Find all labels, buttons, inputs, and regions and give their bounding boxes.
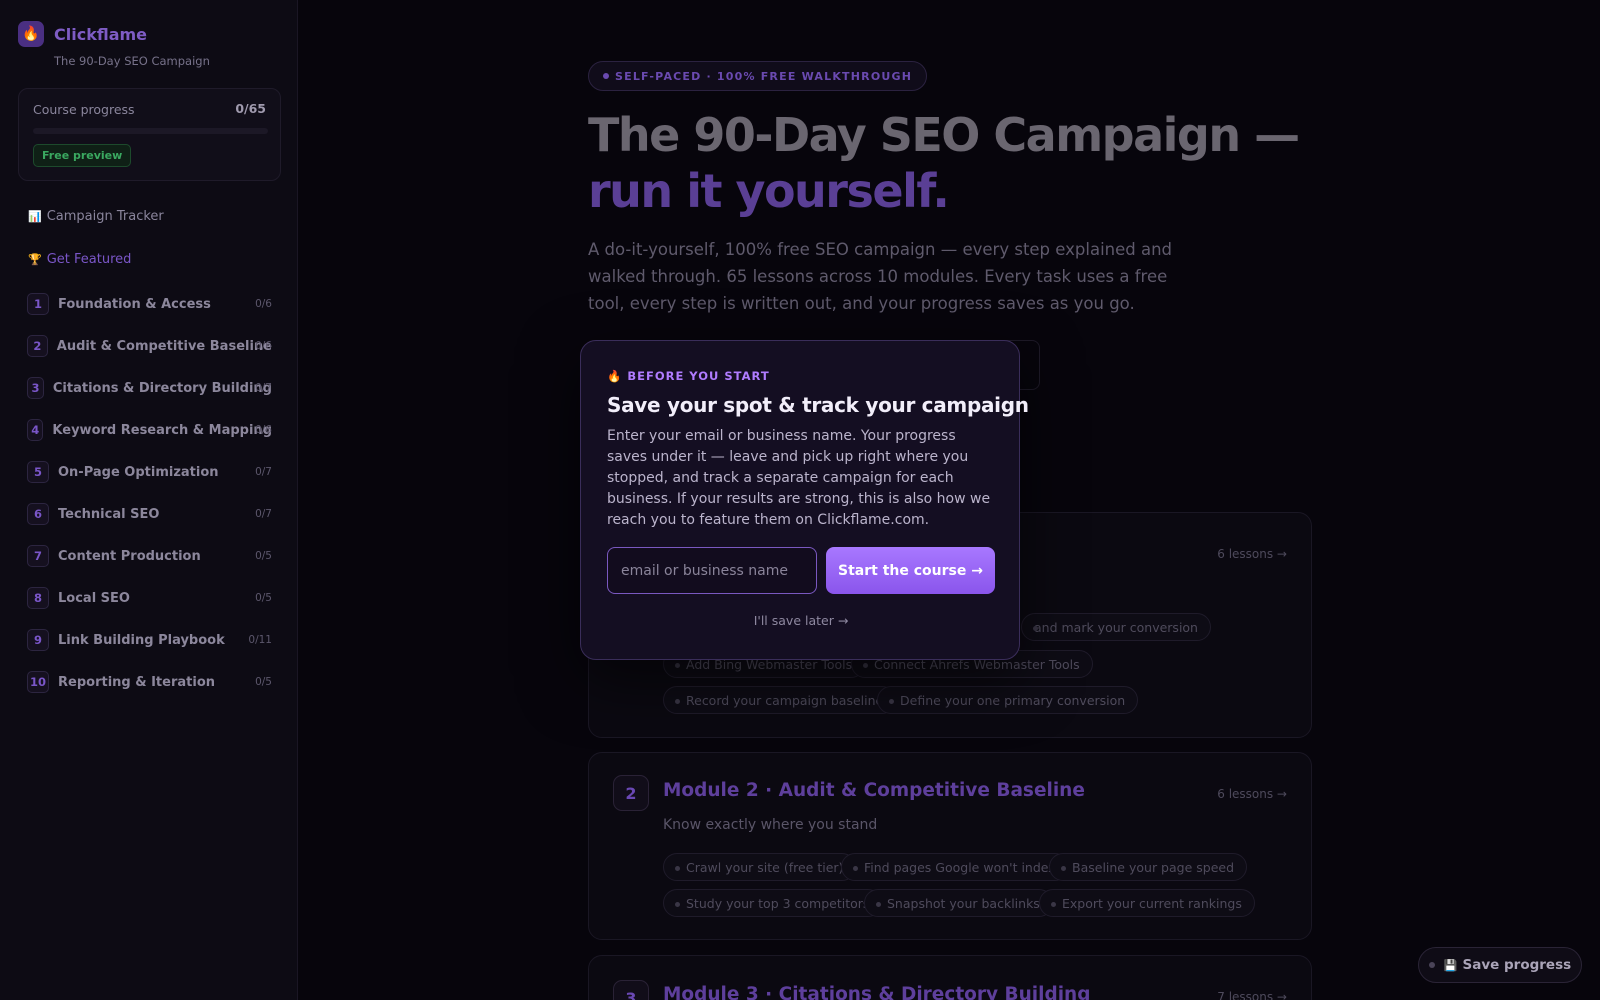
module-number: 2: [27, 335, 48, 357]
module-title: Keyword Research & Mapping: [52, 422, 272, 438]
module-number: 9: [27, 629, 49, 651]
card-lessons-link[interactable]: 7 lessons →: [1217, 990, 1287, 1000]
module-count: 0/5: [255, 550, 272, 562]
module-number: 5: [27, 461, 49, 483]
sidebar-module-9[interactable]: 9 Link Building Playbook 0/11: [27, 629, 272, 651]
module-title: Citations & Directory Building: [52, 380, 272, 396]
modal-title: Save your spot & track your campaign: [607, 393, 1029, 417]
app-root: 🔥 Clickflame The 90-Day SEO Campaign Cou…: [0, 0, 1600, 1000]
module-count: 0/6: [255, 424, 272, 436]
course-progress-card: Course progress 0/65 Free preview: [18, 88, 281, 181]
module-number: 8: [27, 587, 49, 609]
brand[interactable]: 🔥 Clickflame: [18, 21, 147, 47]
chart-icon: 📊: [28, 210, 42, 223]
card-subtitle: Know exactly where you stand: [663, 817, 878, 833]
module-title: Technical SEO: [58, 506, 160, 522]
card-title[interactable]: Module 2 · Audit & Competitive Baseline: [663, 780, 1085, 801]
card-number: 3: [613, 980, 649, 1000]
sidebar: 🔥 Clickflame The 90-Day SEO Campaign Cou…: [0, 0, 298, 1000]
module-number: 4: [27, 419, 44, 441]
sidebar-module-5[interactable]: 5 On-Page Optimization 0/7: [27, 461, 272, 483]
progress-count: 0/65: [235, 101, 266, 116]
module-card-3[interactable]: 3 Module 3 · Citations & Directory Build…: [588, 955, 1312, 1000]
module-count: 0/7: [255, 466, 272, 478]
lesson-chip[interactable]: Define your one primary conversion: [877, 686, 1139, 714]
brand-subtitle: The 90-Day SEO Campaign: [54, 54, 210, 68]
sidebar-module-8[interactable]: 8 Local SEO 0/5: [27, 587, 272, 609]
lesson-chip[interactable]: Record your campaign baseline: [663, 686, 897, 714]
sidebar-module-7[interactable]: 7 Content Production 0/5: [27, 545, 272, 567]
hero-pill-label: SELF-PACED · 100% FREE WALKTHROUGH: [615, 69, 913, 83]
save-icon: 💾: [1443, 958, 1458, 972]
modal-eyebrow: 🔥 BEFORE YOU START: [607, 369, 770, 383]
module-title: Audit & Competitive Baseline: [56, 338, 272, 354]
module-number: 10: [27, 671, 49, 693]
flame-icon: 🔥: [18, 21, 44, 47]
card-number: 2: [613, 775, 649, 811]
flame-icon: 🔥: [607, 369, 623, 383]
module-number: 1: [27, 293, 49, 315]
sidebar-module-3[interactable]: 3 Citations & Directory Building 0/7: [27, 377, 272, 399]
free-preview-badge: Free preview: [33, 144, 132, 167]
module-count: 0/7: [255, 508, 272, 520]
start-course-button[interactable]: Start the course →: [826, 547, 995, 594]
module-count: 0/6: [255, 340, 272, 352]
nav-campaign-tracker[interactable]: 📊 Campaign Tracker: [28, 209, 164, 224]
nav-campaign-tracker-label: Campaign Tracker: [46, 209, 164, 224]
module-count: 0/5: [255, 592, 272, 604]
progress-bar: [33, 128, 268, 134]
module-count: 0/6: [255, 298, 272, 310]
dot-icon: [603, 73, 609, 79]
card-lessons-link[interactable]: 6 lessons →: [1217, 787, 1287, 801]
status-dot-icon: [1428, 962, 1435, 968]
lesson-chip[interactable]: Crawl your site (free tier): [663, 853, 857, 881]
hero-title-line1: The 90-Day SEO Campaign —: [588, 108, 1300, 162]
card-lessons-link[interactable]: 6 lessons →: [1217, 547, 1287, 561]
sidebar-module-1[interactable]: 1 Foundation & Access 0/6: [27, 293, 272, 315]
module-title: Foundation & Access: [58, 296, 211, 312]
module-count: 0/5: [255, 676, 272, 688]
email-or-business-input[interactable]: [607, 547, 817, 594]
sidebar-module-2[interactable]: 2 Audit & Competitive Baseline 0/6: [27, 335, 272, 357]
save-later-link[interactable]: I'll save later →: [581, 613, 1021, 628]
brand-name: Clickflame: [54, 24, 148, 44]
sidebar-module-10[interactable]: 10 Reporting & Iteration 0/5: [27, 671, 272, 693]
module-card-2[interactable]: 2 Module 2 · Audit & Competitive Baselin…: [588, 752, 1312, 940]
module-number: 3: [27, 377, 44, 399]
modal-eyebrow-label: BEFORE YOU START: [627, 369, 770, 383]
module-title: Reporting & Iteration: [58, 674, 216, 690]
module-number: 7: [27, 545, 49, 567]
save-progress-button[interactable]: 💾 Save progress: [1418, 947, 1582, 983]
progress-label: Course progress: [33, 102, 135, 117]
modal-body: Enter your email or business name. Your …: [607, 428, 991, 528]
module-count: 0/7: [255, 382, 272, 394]
start-course-modal: 🔥 BEFORE YOU START Save your spot & trac…: [580, 340, 1029, 660]
module-count: 0/11: [248, 634, 272, 646]
module-title: Content Production: [58, 548, 201, 564]
lesson-chip[interactable]: Export your current rankings: [1039, 889, 1255, 917]
sidebar-module-4[interactable]: 4 Keyword Research & Mapping 0/6: [27, 419, 272, 441]
module-title: On-Page Optimization: [58, 464, 219, 480]
module-title: Link Building Playbook: [58, 632, 225, 648]
lesson-chip[interactable]: Snapshot your backlinks: [864, 889, 1053, 917]
card-title[interactable]: Module 3 · Citations & Directory Buildin…: [663, 984, 1090, 1000]
nav-get-featured-label: Get Featured: [46, 252, 132, 267]
nav-get-featured[interactable]: 🏆 Get Featured: [28, 252, 131, 267]
hero-pill: SELF-PACED · 100% FREE WALKTHROUGH: [588, 61, 928, 91]
sidebar-module-6[interactable]: 6 Technical SEO 0/7: [27, 503, 272, 525]
module-number: 6: [27, 503, 49, 525]
trophy-icon: 🏆: [28, 253, 42, 266]
hero-description: A do-it-yourself, 100% free SEO campaign…: [588, 240, 1173, 313]
lesson-chip[interactable]: Find pages Google won't index: [841, 853, 1069, 881]
lesson-chip[interactable]: Study your top 3 competitors: [663, 889, 883, 917]
lesson-chip[interactable]: and mark your conversion: [1021, 613, 1211, 641]
module-title: Local SEO: [58, 590, 130, 606]
save-progress-label: Save progress: [1462, 957, 1572, 973]
lesson-chip[interactable]: Baseline your page speed: [1049, 853, 1248, 881]
hero-title-line2: run it yourself.: [588, 164, 950, 218]
